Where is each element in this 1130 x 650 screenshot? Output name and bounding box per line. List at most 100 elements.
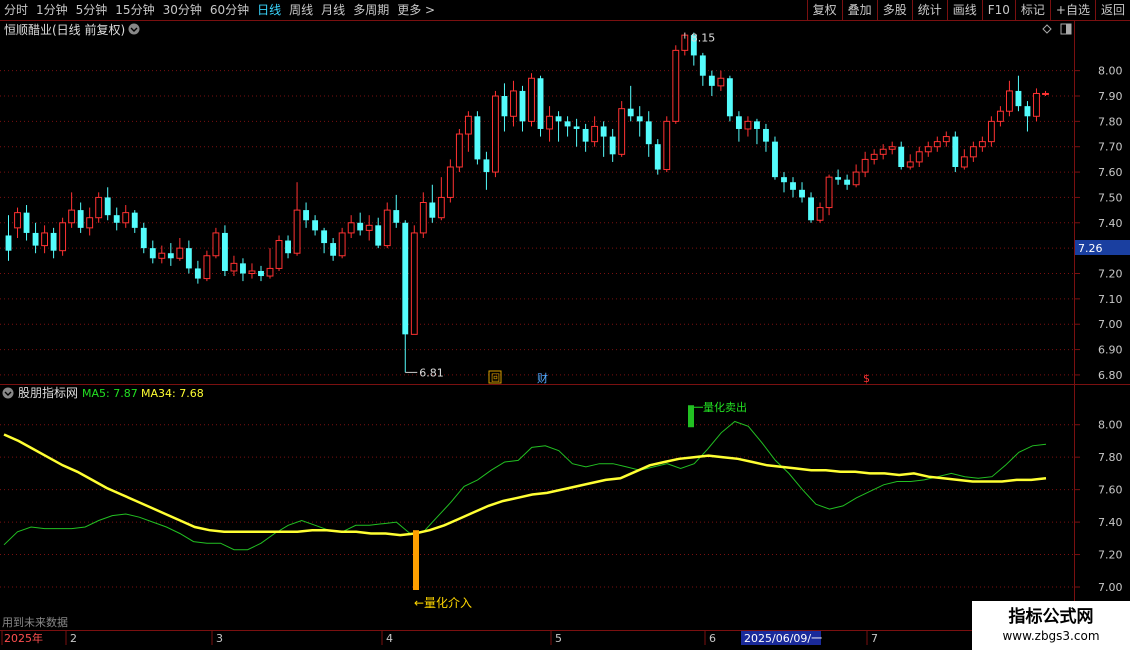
price-axis-label: 7.60 — [1098, 166, 1123, 179]
candle-body — [942, 136, 950, 143]
indicator-axis-label: 8.00 — [1098, 419, 1123, 432]
price-axis-label: 7.90 — [1098, 90, 1123, 103]
candle-body — [5, 235, 12, 251]
date-label: 6 — [709, 632, 716, 645]
indicator-chevron-icon[interactable] — [2, 387, 14, 399]
candle-body — [365, 224, 373, 231]
candle-body — [285, 240, 291, 254]
indicator-axis-label: 7.80 — [1098, 451, 1123, 464]
price-axis-label: 7.20 — [1098, 268, 1123, 281]
candle-body — [375, 225, 382, 246]
candle-body — [528, 77, 535, 122]
diamond-icon[interactable] — [1042, 24, 1052, 34]
candle-body — [330, 243, 337, 256]
indicator-title: 股朋指标网 — [18, 385, 78, 400]
event-marker-dollar[interactable]: $ — [863, 372, 870, 385]
candle-body — [519, 90, 526, 122]
chart-title: 恒顺醋业(日线 前复权) — [4, 22, 125, 37]
candle-body — [844, 179, 851, 185]
candle-body — [402, 222, 409, 335]
candle-body — [248, 270, 256, 275]
candle-body — [969, 146, 977, 158]
candle-body — [176, 247, 184, 259]
candle-body — [303, 210, 310, 221]
candle-body — [879, 148, 887, 155]
price-axis-label: 7.40 — [1098, 217, 1123, 230]
price-axis-label: 7.70 — [1098, 141, 1123, 154]
candle-body — [393, 210, 400, 223]
buy-signal-label: ←量化介入 — [414, 596, 472, 610]
chevron-down-icon[interactable] — [128, 23, 140, 35]
candle-body — [194, 268, 201, 279]
candle-body — [95, 196, 103, 219]
candle-body — [609, 136, 616, 155]
candle-body — [68, 209, 76, 224]
date-label: 2025年 — [4, 631, 43, 645]
event-marker-hui[interactable]: 回 — [491, 373, 500, 384]
stock-chart[interactable]: 8.007.907.807.707.607.507.407.307.207.10… — [0, 0, 1130, 650]
candle-body — [987, 120, 995, 143]
candle-body — [645, 121, 652, 145]
price-axis-label: 7.80 — [1098, 115, 1123, 128]
candle-body — [870, 153, 878, 160]
candle-body — [744, 120, 752, 130]
candle-body — [754, 121, 760, 129]
candle-body — [808, 197, 814, 221]
candle-body — [591, 125, 599, 143]
date-label: 3 — [216, 632, 223, 645]
candle-body — [258, 270, 264, 277]
candle-body — [455, 133, 463, 168]
candle-body — [906, 161, 914, 168]
candle-body — [312, 220, 319, 231]
candle-body — [131, 212, 138, 228]
window-toggle-icon[interactable] — [1060, 23, 1072, 35]
candle-body — [240, 263, 246, 274]
candle-body — [627, 108, 634, 117]
candle-body — [960, 156, 968, 168]
candle-body — [726, 78, 733, 117]
candle-body — [510, 90, 517, 117]
candle-body — [600, 126, 607, 137]
candle-body — [77, 210, 84, 228]
candle-body — [446, 166, 454, 198]
event-marker-cai[interactable]: 财 — [537, 371, 548, 385]
candle-body — [952, 136, 959, 167]
candle-body — [1005, 90, 1013, 112]
indicator-axis-label: 7.40 — [1098, 516, 1123, 529]
candle-body — [275, 240, 283, 269]
ma34-legend: MA34: 7.68 — [141, 387, 204, 400]
candle-body — [618, 108, 626, 155]
ma5-line — [3, 420, 1047, 551]
candle-body — [555, 116, 562, 122]
date-label: 2 — [70, 632, 77, 645]
candle-body — [537, 78, 544, 129]
date-label: 4 — [386, 632, 393, 645]
candle-body — [185, 248, 192, 269]
candle-body — [86, 217, 94, 229]
candle-body — [59, 222, 67, 252]
candle-body — [266, 267, 274, 277]
watermark-title: 指标公式网 — [1009, 606, 1094, 627]
candle-body — [763, 128, 769, 142]
candle-body — [672, 49, 680, 122]
candle-body — [113, 215, 120, 223]
candle-body — [735, 116, 742, 129]
candle-body — [437, 196, 445, 219]
candle-body — [410, 232, 418, 335]
candle-body — [429, 202, 436, 218]
price-axis-label: 7.10 — [1098, 293, 1123, 306]
candle-body — [221, 232, 228, 271]
candle-body — [122, 212, 130, 224]
candle-body — [474, 116, 481, 160]
candle-body — [915, 151, 923, 163]
candle-body — [1015, 90, 1022, 107]
candle-body — [338, 232, 346, 257]
candle-body — [464, 115, 472, 135]
indicator-axis-label: 7.00 — [1098, 581, 1123, 594]
candle-body — [933, 141, 941, 148]
ma5-legend: MA5: 7.87 — [82, 387, 138, 400]
candle-body — [23, 212, 30, 233]
price-axis-label: 7.00 — [1098, 318, 1123, 331]
candle-body — [104, 197, 111, 216]
candle-body — [50, 232, 57, 251]
